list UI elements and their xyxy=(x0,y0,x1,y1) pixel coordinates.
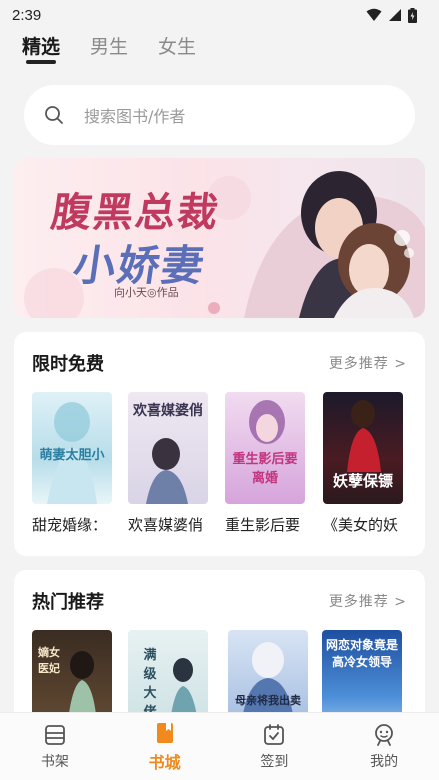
book-cover: 欢喜媒婆俏 xyxy=(128,392,208,504)
promo-banner[interactable]: 腹黑总裁 小娇妻 向小天◎作品 xyxy=(14,158,425,318)
search-placeholder: 搜索图书/作者 xyxy=(84,107,186,126)
status-time: 2:39 xyxy=(12,6,42,24)
book-title: 重生影后要 xyxy=(225,516,301,534)
nav-bookstore-label: 书城 xyxy=(148,752,181,772)
book-item[interactable]: 重生影后要离婚 重生影后要 xyxy=(225,392,307,535)
tab-featured[interactable]: 精选 xyxy=(22,30,60,64)
search-icon xyxy=(45,106,63,124)
status-bar: 2:39 xyxy=(0,0,439,30)
tab-female[interactable]: 女生 xyxy=(158,30,196,59)
wifi-icon xyxy=(366,8,382,21)
book-cover-title: 重生影后要离婚 xyxy=(232,452,298,486)
limited-free-section: 限时免费 更多推荐 > 萌妻太胆小 甜宠婚缘： 欢喜媒婆俏 欢喜媒婆俏 重生影后… xyxy=(14,332,425,556)
profile-icon xyxy=(375,723,394,746)
hot-recommend-more-link[interactable]: 更多推荐 > xyxy=(329,591,407,611)
book-title: 欢喜媒婆俏 xyxy=(128,516,204,534)
bottom-nav: 书架 书城 签到 我的 xyxy=(0,712,439,780)
book-item[interactable]: 萌妻太胆小 甜宠婚缘： xyxy=(32,392,114,535)
limited-free-header: 限时免费 更多推荐 > xyxy=(32,350,407,376)
nav-bookshelf-label: 书架 xyxy=(40,753,69,770)
checkin-icon xyxy=(264,723,285,745)
banner-author: 向小天◎作品 xyxy=(114,286,179,299)
nav-bookstore[interactable]: 书城 xyxy=(125,721,205,773)
bookshelf-icon xyxy=(44,724,65,745)
hot-recommend-title: 热门推荐 xyxy=(32,592,104,613)
book-cover: 萌妻太胆小 xyxy=(32,392,112,504)
book-cover: 妖孽保镖 xyxy=(323,392,403,504)
nav-checkin-label: 签到 xyxy=(260,753,289,770)
tab-male[interactable]: 男生 xyxy=(90,30,128,59)
book-cover-title: 萌妻太胆小 xyxy=(39,448,105,463)
hot-recommend-section: 热门推荐 更多推荐 > 嫡女医妃 满级大佬 母亲将我出卖 xyxy=(14,570,425,730)
banner-title-line1: 腹黑总裁 xyxy=(48,189,223,236)
nav-checkin[interactable]: 签到 xyxy=(234,723,314,771)
status-icons xyxy=(366,7,417,23)
book-cover-title: 母亲将我出卖 xyxy=(235,694,301,707)
hot-recommend-header: 热门推荐 更多推荐 > xyxy=(32,588,407,614)
nav-profile-label: 我的 xyxy=(370,753,399,770)
search-input[interactable]: 搜索图书/作者 xyxy=(24,85,415,145)
nav-bookshelf[interactable]: 书架 xyxy=(15,723,95,771)
book-title: 甜宠婚缘： xyxy=(32,516,108,534)
battery-icon xyxy=(408,7,417,23)
nav-profile[interactable]: 我的 xyxy=(344,723,424,771)
book-cover-title: 欢喜媒婆俏 xyxy=(133,403,203,419)
book-cover-title: 网恋对象竟是高冷女领导 xyxy=(326,638,399,669)
book-item[interactable]: 欢喜媒婆俏 欢喜媒婆俏 xyxy=(128,392,210,535)
bookstore-icon xyxy=(156,722,173,743)
book-cover-title: 满级大佬 xyxy=(143,648,157,720)
category-tabs: 精选 男生 女生 xyxy=(0,30,439,70)
book-cover: 重生影后要离婚 xyxy=(225,392,305,504)
signal-icon xyxy=(389,9,401,21)
book-cover-title: 嫡女医妃 xyxy=(38,646,60,675)
limited-free-more-link[interactable]: 更多推荐 > xyxy=(329,353,407,373)
book-title: 《美女的妖 xyxy=(323,516,399,534)
book-item[interactable]: 妖孽保镖 《美女的妖 xyxy=(323,392,405,535)
limited-free-title: 限时免费 xyxy=(32,354,104,375)
book-cover-title: 妖孽保镖 xyxy=(332,472,393,490)
